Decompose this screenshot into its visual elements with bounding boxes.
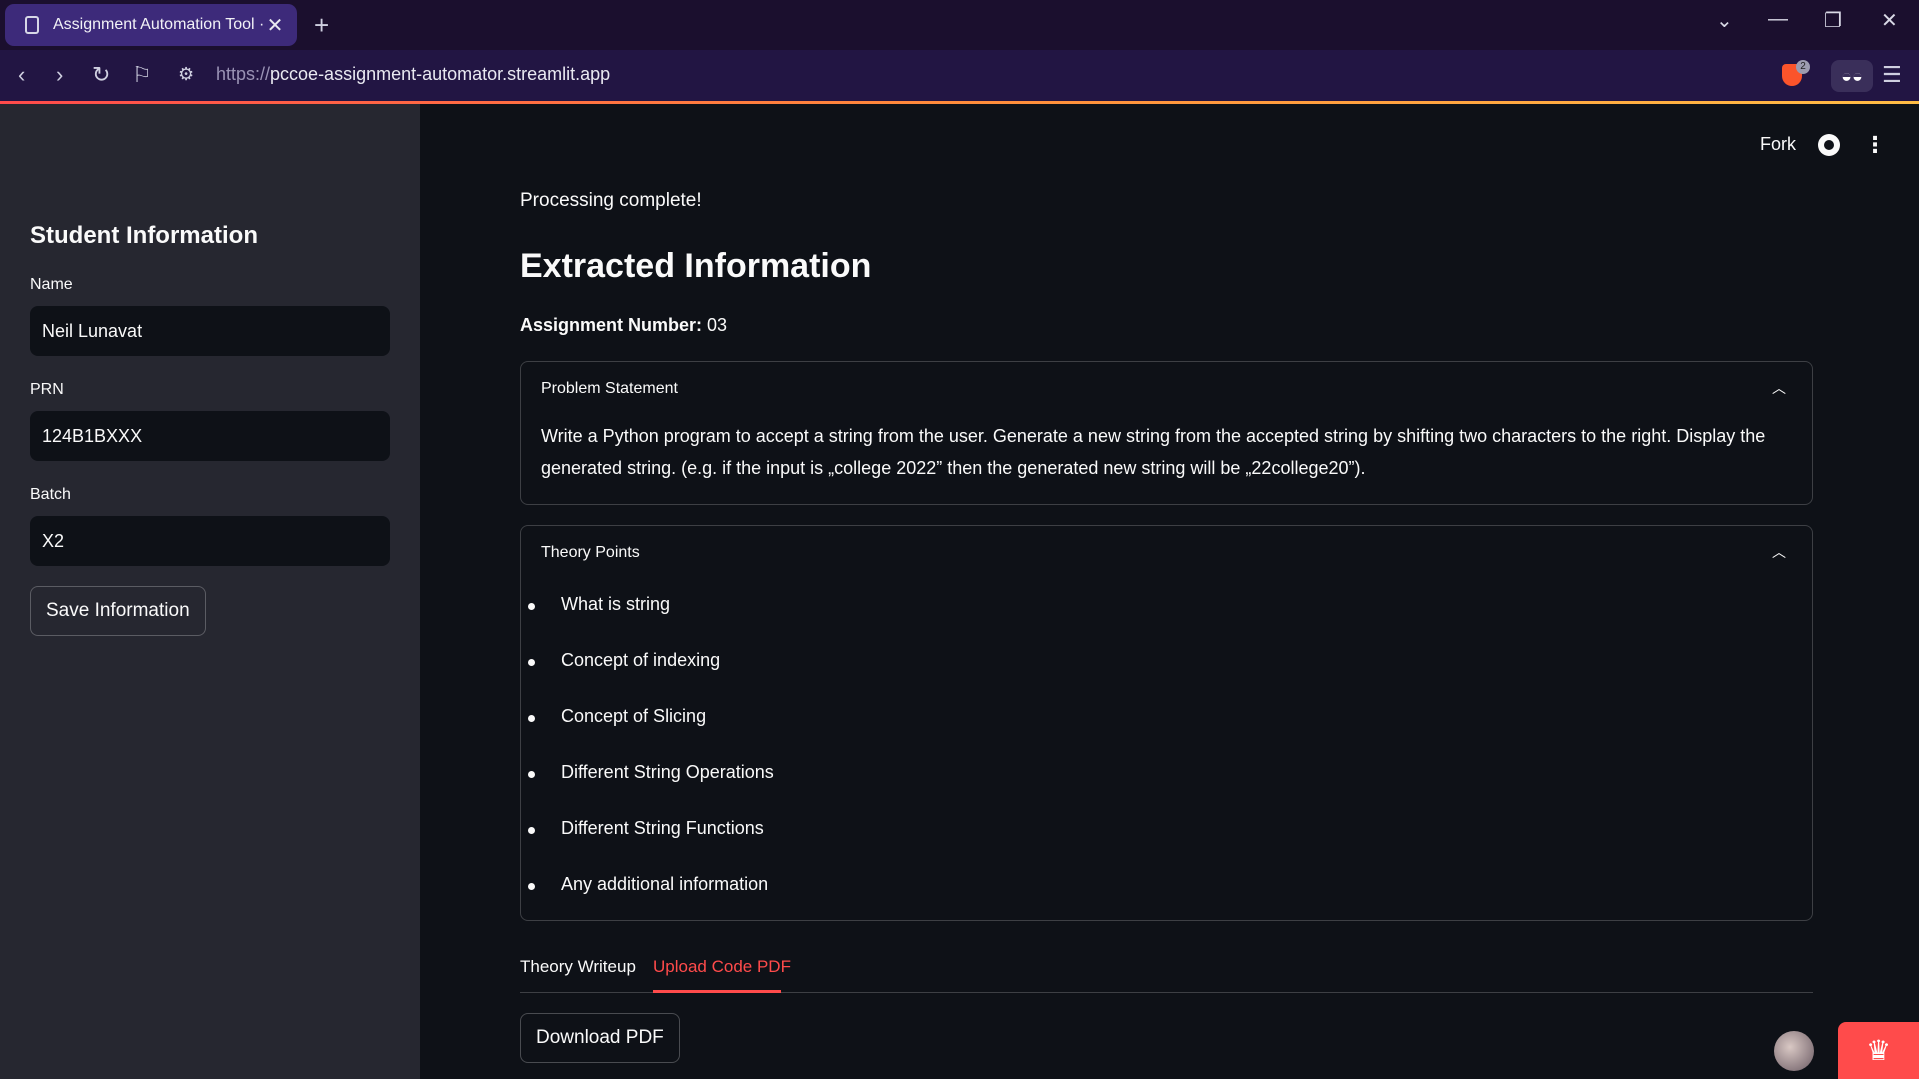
status-message: Processing complete! bbox=[520, 190, 702, 211]
tab-title: Assignment Automation Tool · S bbox=[53, 16, 263, 33]
restore-icon[interactable]: ❐ bbox=[1824, 8, 1842, 33]
download-pdf-button[interactable]: Download PDF bbox=[520, 1013, 680, 1063]
active-tab-indicator bbox=[653, 990, 781, 993]
assignment-number: Assignment Number: 03 bbox=[520, 315, 727, 336]
sidebar-heading: Student Information bbox=[30, 222, 258, 249]
tab-upload-code-pdf[interactable]: Upload Code PDF bbox=[653, 957, 791, 977]
bookmark-icon[interactable]: ⚐ bbox=[132, 62, 152, 88]
name-label: Name bbox=[30, 276, 73, 293]
theory-points-header[interactable]: Theory Points bbox=[541, 544, 640, 562]
chevron-up-icon[interactable]: ︿ bbox=[1772, 378, 1786, 398]
github-icon[interactable] bbox=[1818, 134, 1840, 156]
list-item: Concept of Slicing bbox=[527, 706, 707, 726]
problem-statement-expander: Problem Statement ︿ Write a Python progr… bbox=[520, 361, 1813, 505]
streamlit-crown-icon[interactable]: ♛ bbox=[1838, 1022, 1919, 1079]
prn-label: PRN bbox=[30, 381, 64, 398]
batch-field[interactable]: X2 bbox=[30, 516, 390, 566]
back-icon[interactable]: ‹ bbox=[18, 62, 25, 88]
assignment-number-value: 03 bbox=[702, 315, 728, 335]
url-host: pccoe-assignment-automator.streamlit.app bbox=[270, 64, 611, 84]
address-bar[interactable]: https://pccoe-assignment-automator.strea… bbox=[216, 64, 610, 85]
reload-icon[interactable]: ↻ bbox=[92, 62, 110, 88]
url-protocol: https:// bbox=[216, 64, 271, 84]
site-settings-icon[interactable]: ⚙ bbox=[178, 64, 194, 85]
browser-toolbar: ‹ › ↻ ⚐ ⚙ https://pccoe-assignment-autom… bbox=[0, 50, 1919, 102]
shield-count-badge: 2 bbox=[1796, 60, 1810, 74]
browser-tab-bar: Assignment Automation Tool · S ✕ + ⌄ — ❐… bbox=[0, 0, 1919, 50]
page-favicon-icon bbox=[25, 16, 39, 34]
new-tab-icon[interactable]: + bbox=[314, 10, 329, 41]
assignment-number-label: Assignment Number: bbox=[520, 315, 703, 335]
theory-points-expander: Theory Points ︿ What is string Concept o… bbox=[520, 525, 1813, 921]
more-options-icon[interactable]: ⋮ bbox=[1864, 132, 1886, 158]
chevron-up-icon[interactable]: ︿ bbox=[1772, 542, 1786, 562]
problem-statement-header[interactable]: Problem Statement bbox=[541, 380, 678, 398]
list-item: Any additional information bbox=[527, 874, 769, 894]
problem-statement-text: Write a Python program to accept a strin… bbox=[541, 426, 1766, 478]
tab-search-chevron-icon[interactable]: ⌄ bbox=[1716, 8, 1733, 33]
list-item: Different String Operations bbox=[528, 762, 774, 782]
name-field[interactable]: Neil Lunavat bbox=[30, 306, 390, 356]
tab-bar: Theory Writeup Upload Code PDF bbox=[520, 955, 1813, 993]
list-item: Concept of indexing bbox=[527, 650, 721, 670]
save-information-button[interactable]: Save Information bbox=[30, 586, 206, 636]
avatar[interactable] bbox=[1774, 1031, 1814, 1071]
extension-icon[interactable]: ◒◒ bbox=[1831, 60, 1873, 92]
prn-field[interactable]: 124B1BXXX bbox=[30, 411, 390, 461]
close-window-icon[interactable]: ✕ bbox=[1881, 8, 1898, 33]
page-title: Extracted Information bbox=[520, 247, 872, 285]
browser-tab[interactable]: Assignment Automation Tool · S ✕ bbox=[5, 4, 297, 46]
fork-button[interactable]: Fork bbox=[1760, 134, 1796, 155]
minimize-icon[interactable]: — bbox=[1768, 8, 1788, 31]
tab-theory-writeup[interactable]: Theory Writeup bbox=[520, 957, 636, 977]
menu-icon[interactable]: ☰ bbox=[1882, 62, 1902, 88]
list-item: What is string bbox=[527, 594, 671, 614]
list-item: Different String Functions bbox=[528, 818, 764, 838]
close-tab-icon[interactable]: ✕ bbox=[263, 13, 287, 38]
batch-label: Batch bbox=[30, 486, 71, 503]
forward-icon[interactable]: › bbox=[56, 62, 63, 88]
